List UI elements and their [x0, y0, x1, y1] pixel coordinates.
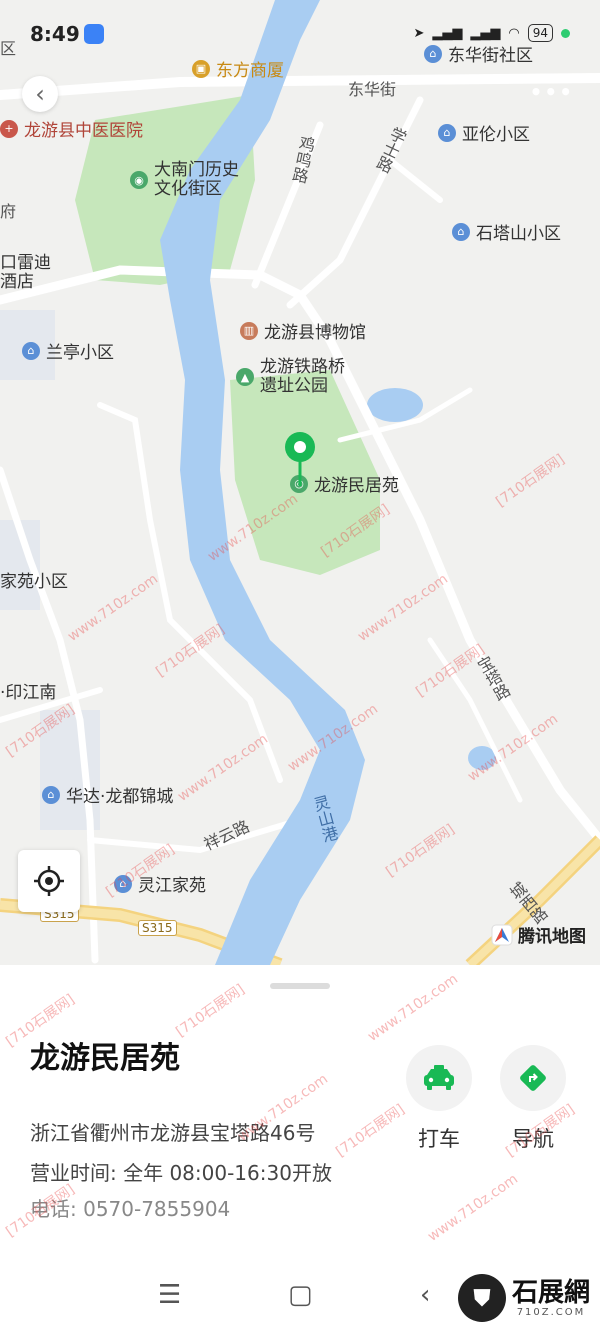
locate-me-button[interactable]: [18, 850, 80, 912]
residential-icon: ⌂: [452, 222, 470, 241]
more-dots-icon: •••: [529, 80, 574, 104]
location-pin-icon[interactable]: [283, 430, 317, 494]
poi-label: 兰亭小区: [46, 343, 114, 363]
drag-handle[interactable]: [270, 983, 330, 989]
hd-signal-icon: ▂▄▆: [470, 25, 501, 41]
poi-label: 亚伦小区: [462, 125, 530, 145]
wifi-icon: ◠: [508, 25, 520, 41]
poi-label: 龙游县中医医院: [24, 121, 143, 141]
poi-label-line2: 文化街区: [154, 179, 222, 199]
navigate-button[interactable]: 导航: [498, 1045, 568, 1153]
location-arrow-icon: ➤: [413, 25, 425, 41]
map-attribution[interactable]: 腾讯地图: [491, 922, 586, 947]
museum-icon: ▥: [240, 321, 258, 340]
place-title: 龙游民居苑: [30, 1041, 180, 1076]
place-hours: 营业时间: 全年 08:00-16:30开放: [30, 1161, 332, 1185]
residential-icon: ⌂: [42, 785, 60, 804]
battery-indicator: 94: [527, 24, 553, 42]
hospital-icon: +: [0, 119, 18, 138]
hd-signal-icon: ▂▄▆: [432, 25, 463, 41]
residential-icon: ⌂: [438, 123, 456, 142]
residential-icon: ⌂: [22, 341, 40, 360]
system-nav-bar: ☰ ▢ ‹ ⛊ 石展網 710Z.COM: [0, 1262, 600, 1333]
active-dot-icon: [561, 28, 570, 38]
poi-label: 龙游县博物馆: [264, 323, 366, 343]
camera-icon: ◉: [130, 171, 148, 189]
status-bar: 8:49 ➤ ▂▄▆ ▂▄▆ ◠ 94: [0, 0, 600, 70]
home-icon[interactable]: ▢: [288, 1280, 313, 1310]
poi-label: 灵江家苑: [138, 876, 206, 896]
poi-label: 石塔山小区: [476, 224, 561, 244]
app-notification-icon: [84, 24, 104, 44]
back-button[interactable]: ‹: [22, 76, 58, 112]
poi-label: ·印江南: [0, 683, 57, 703]
status-icons: ➤ ▂▄▆ ▂▄▆ ◠ 94: [413, 24, 570, 42]
poi-yalun[interactable]: ⌂ 亚伦小区: [438, 120, 530, 145]
place-address[interactable]: 浙江省衢州市龙游县宝塔路46号: [30, 1117, 315, 1146]
poi-railbridge[interactable]: ▲ 龙游铁路桥 遗址公园: [236, 358, 345, 396]
poi-label: 龙游民居苑: [314, 476, 399, 496]
navigate-label: 导航: [512, 1127, 554, 1151]
poi-label-line1: 大南门历史: [154, 160, 239, 180]
poi-label-line2: 遗址公园: [260, 376, 328, 396]
poi-label-line2: 酒店: [0, 272, 34, 292]
crosshair-icon: [34, 866, 64, 896]
map-fragment-label: 府: [0, 202, 17, 221]
brand-logo-icon: ⛊: [457, 1274, 506, 1322]
chevron-left-icon: ‹: [35, 80, 45, 108]
tencent-map-logo-icon: [491, 924, 513, 945]
poi-jiajiayuan[interactable]: 家苑小区: [0, 567, 68, 592]
place-phone[interactable]: 电话: 0570-7855904: [30, 1193, 230, 1222]
poi-lingjiang[interactable]: ⌂ 灵江家苑: [114, 871, 206, 896]
back-nav-icon[interactable]: ‹: [420, 1280, 430, 1310]
poi-shitashan[interactable]: ⌂ 石塔山小区: [452, 219, 561, 244]
status-time: 8:49: [30, 22, 80, 46]
highway-badge: S315: [138, 920, 177, 936]
residential-icon: ⌂: [114, 874, 132, 893]
map-view[interactable]: ▣ 东方商厦 ⌂ 东华街社区 + 龙游县中医医院 ⌂ 亚伦小区 ◉ 大南门历史 …: [0, 0, 600, 965]
more-options-button[interactable]: •••: [530, 80, 574, 104]
taxi-label: 打车: [418, 1127, 460, 1151]
taxi-button[interactable]: 打车: [404, 1045, 474, 1153]
poi-label: 家苑小区: [0, 572, 68, 592]
attribution-text: 腾讯地图: [518, 927, 586, 947]
poi-leidi[interactable]: 口雷迪 酒店: [0, 254, 51, 292]
tree-icon: ▲: [236, 368, 254, 386]
poi-museum[interactable]: ▥ 龙游县博物馆: [240, 318, 366, 343]
menu-icon[interactable]: ☰: [158, 1280, 181, 1310]
navigation-icon: [520, 1065, 546, 1091]
taxi-icon: [424, 1065, 454, 1090]
poi-danmen[interactable]: ◉ 大南门历史 文化街区: [130, 161, 239, 199]
brand-sub: 710Z.COM: [516, 1306, 586, 1318]
road-label-donghua: 东华街: [348, 80, 397, 99]
poi-label-line1: 龙游铁路桥: [260, 357, 345, 377]
poi-yinjiangnan[interactable]: ·印江南: [0, 678, 56, 703]
poi-label-line1: 口雷迪: [0, 253, 51, 273]
watermark-brand: ⛊ 石展網 710Z.COM: [457, 1274, 590, 1322]
poi-label: 华达·龙都锦城: [66, 787, 174, 807]
poi-lanting[interactable]: ⌂ 兰亭小区: [22, 338, 114, 363]
brand-name: 石展網: [511, 1277, 590, 1308]
poi-huada[interactable]: ⌂ 华达·龙都锦城: [42, 782, 173, 807]
poi-hospital[interactable]: + 龙游县中医医院: [0, 116, 143, 141]
